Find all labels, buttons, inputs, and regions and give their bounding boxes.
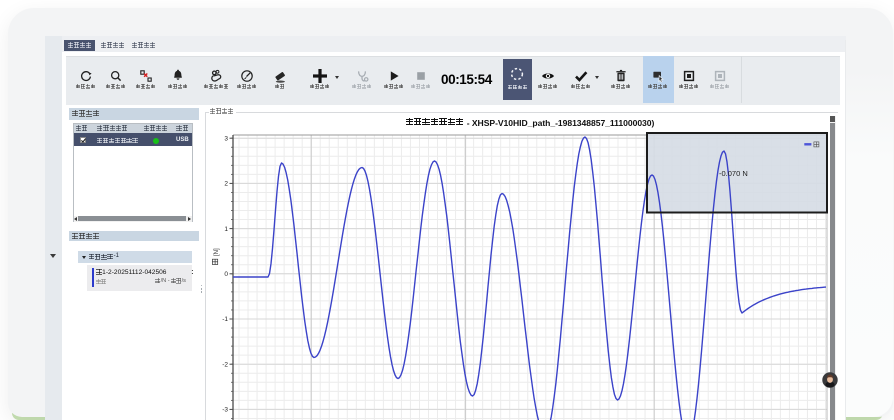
svg-text:1: 1 [224,226,228,233]
svg-text:3: 3 [224,135,228,142]
svg-text:-0.070 N: -0.070 N [719,169,748,178]
svg-text:-2: -2 [222,361,228,368]
svg-text:2: 2 [224,181,228,188]
svg-text:0: 0 [224,271,228,278]
svg-text:-3: -3 [222,407,228,414]
svg-text:-1: -1 [222,316,228,323]
svg-text:[N]: [N] [214,248,220,256]
